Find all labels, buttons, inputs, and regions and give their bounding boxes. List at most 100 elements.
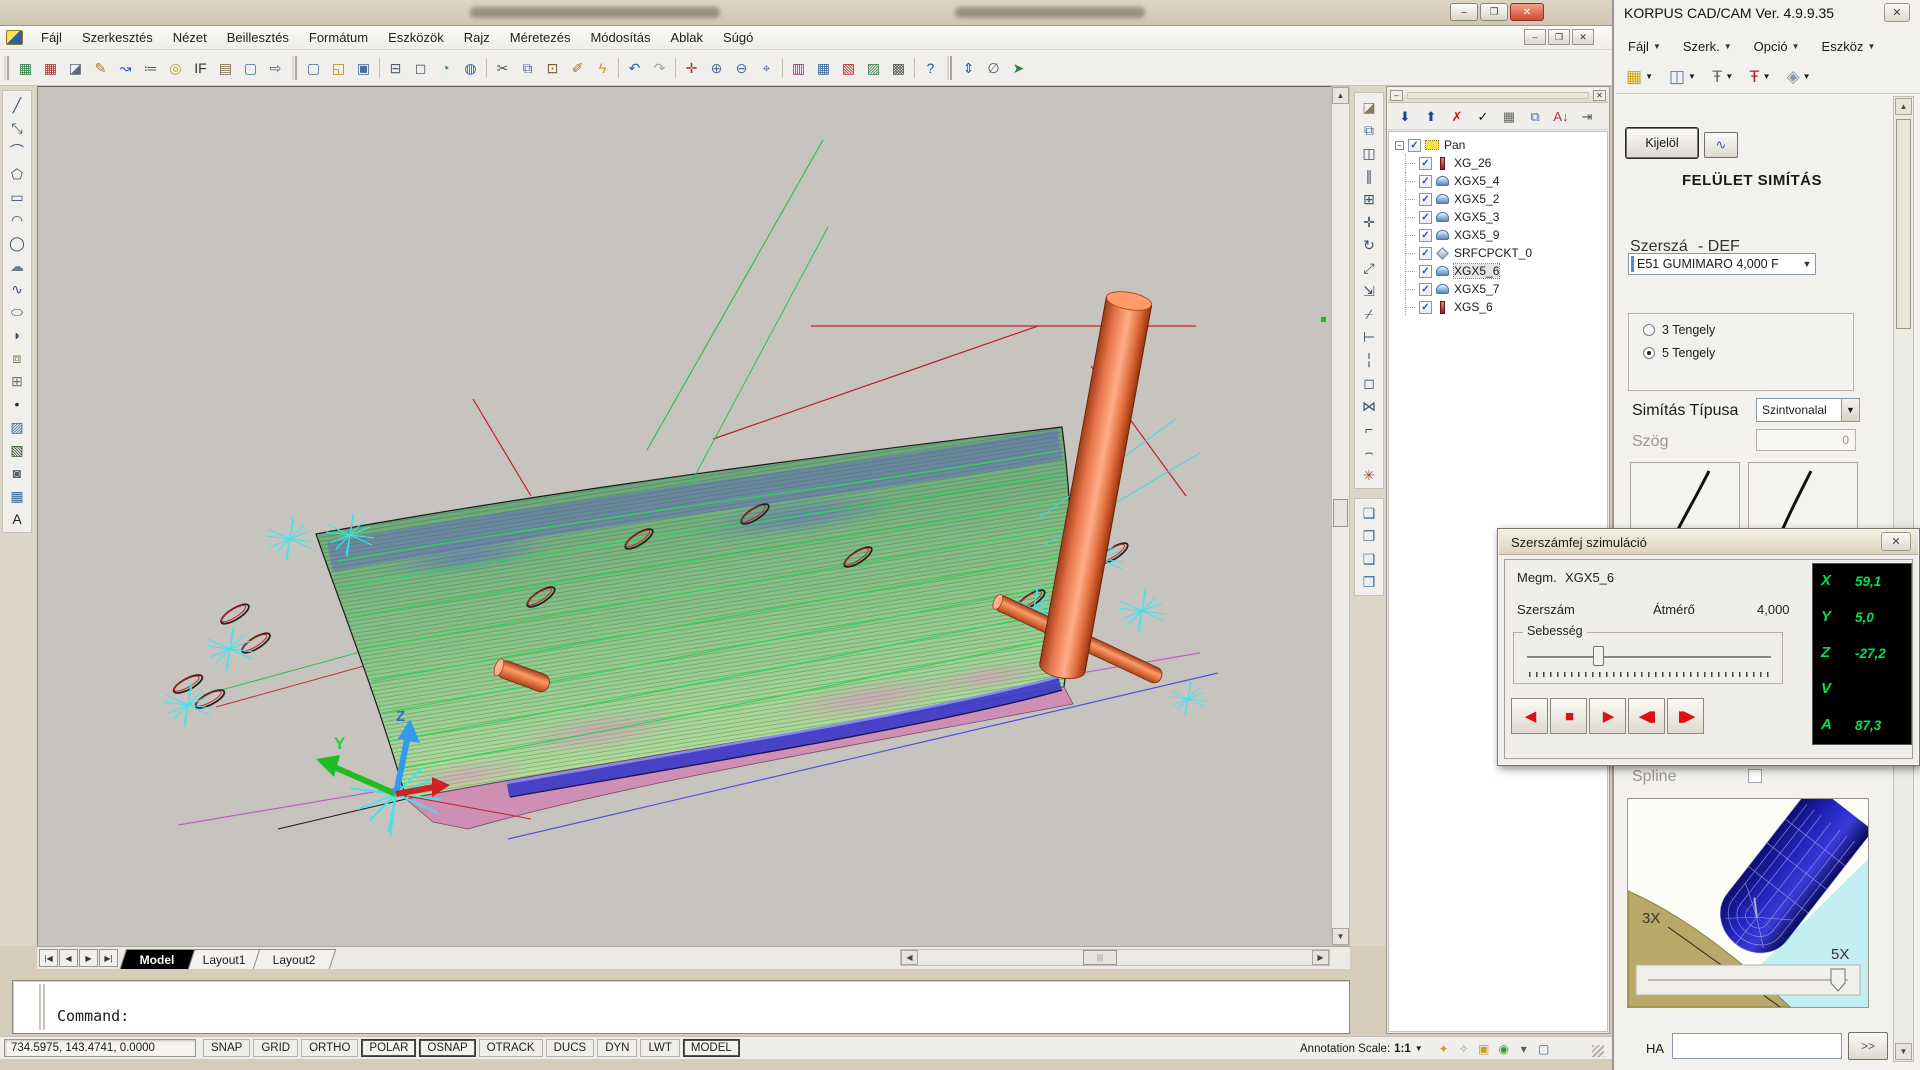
dropdown-arrow-icon[interactable]: ▼ [1688, 72, 1696, 81]
grid-view-icon[interactable]: ▦ [1498, 106, 1520, 128]
revcloud-icon[interactable]: ☁ [4, 254, 30, 277]
tree-item-xgx5-7[interactable]: ✓XGX5_7 [1395, 280, 1607, 298]
stop-button[interactable]: ■ [1550, 698, 1587, 734]
layer-states-icon[interactable]: ▦ [38, 56, 63, 80]
region-icon[interactable]: ◙ [4, 461, 30, 484]
markup-icon[interactable]: ▧ [836, 56, 861, 80]
tree-item-xgx5-6[interactable]: ✓XGX5_6 [1395, 262, 1607, 280]
korpus-menu-opci[interactable]: Opció▼ [1748, 37, 1806, 56]
circle-icon[interactable]: ◯ [4, 231, 30, 254]
checkbox-checked-icon[interactable]: ✓ [1419, 157, 1432, 170]
mdi-button-2[interactable]: ✕ [1572, 29, 1594, 45]
combo-dropdown-icon[interactable]: ▼ [1841, 399, 1859, 421]
point-icon[interactable]: • [4, 392, 30, 415]
annotation-scale-dropdown-icon[interactable]: ▼ [1415, 1044, 1423, 1053]
tool-select-combo[interactable]: E51 GUMIMARO 4,000 F ▼ [1628, 253, 1816, 275]
fillet-icon[interactable]: ⌢ [1356, 440, 1382, 463]
matchprop-icon[interactable]: ✐ [565, 56, 590, 80]
toggle-polar[interactable]: POLAR [361, 1039, 416, 1057]
toggle-model[interactable]: MODEL [683, 1039, 740, 1057]
layer-properties-icon[interactable]: ▦ [13, 56, 38, 80]
new-file-icon[interactable]: ▢ [301, 56, 326, 80]
scroll-right-icon[interactable]: ▶ [1312, 950, 1329, 965]
jump-end-button[interactable]: ▮▶ [1667, 698, 1704, 734]
checkbox-checked-icon[interactable]: ✓ [1419, 175, 1432, 188]
extend-icon[interactable]: ⊢ [1356, 325, 1382, 348]
web-icon[interactable]: ◍ [458, 56, 483, 80]
open-file-icon[interactable]: ◱ [326, 56, 351, 80]
blockeditor-icon[interactable]: ▨ [861, 56, 886, 80]
redo-icon[interactable]: ↷ [647, 56, 672, 80]
checkbox-checked-icon[interactable]: ✓ [1419, 193, 1432, 206]
toggle-ducs[interactable]: DUCS [546, 1039, 595, 1057]
checkbox-checked-icon[interactable]: ✓ [1419, 265, 1432, 278]
zoom-out-icon[interactable]: ⊖ [729, 56, 754, 80]
tree-item-xgx5-9[interactable]: ✓XGX5_9 [1395, 226, 1607, 244]
checkbox-checked-icon[interactable]: ✓ [1408, 139, 1421, 152]
explode-icon[interactable]: ✳ [1356, 463, 1382, 486]
annotation-autoscale-icon[interactable]: ✧ [1455, 1040, 1473, 1058]
menu-f-jl[interactable]: Fájl [31, 28, 72, 47]
tree-item-pan[interactable]: −✓Pan [1395, 136, 1607, 154]
tab-nav-3[interactable]: ▶| [99, 949, 118, 967]
menu-n-zet[interactable]: Nézet [163, 28, 217, 47]
annotation-visibility-icon[interactable]: ✦ [1435, 1040, 1453, 1058]
ellipse-icon[interactable]: ⬭ [4, 300, 30, 323]
help-icon[interactable]: ? [918, 56, 943, 80]
dropdown-arrow-icon[interactable]: ▼ [1803, 72, 1811, 81]
toggle-dyn[interactable]: DYN [597, 1039, 637, 1057]
drawing-viewport[interactable]: Y Z [37, 86, 1331, 946]
menu-beilleszt-s[interactable]: Beillesztés [217, 28, 299, 47]
resize-grip[interactable] [1592, 1045, 1604, 1057]
coordinate-readout[interactable]: 734.5975, 143.4741, 0.0000 [4, 1039, 196, 1057]
text-icon[interactable]: A [4, 507, 30, 530]
toolbar-drag-handle[interactable] [947, 56, 952, 80]
preview-icon[interactable]: ◻ [408, 56, 433, 80]
combo-dropdown-icon[interactable]: ▼ [1799, 254, 1815, 274]
checkbox-checked-icon[interactable]: ✓ [1419, 247, 1432, 260]
dropdown-arrow-icon[interactable]: ▼ [1725, 72, 1733, 81]
sim-dialog-titlebar[interactable]: Szerszámfej szimuláció [1499, 530, 1918, 555]
ucs-world-icon[interactable]: ∅ [981, 56, 1006, 80]
scroll-up-icon[interactable]: ▲ [1332, 87, 1349, 104]
annotation-scale-value[interactable]: 1:1 [1394, 1043, 1411, 1055]
toggle-lwt[interactable]: LWT [640, 1039, 679, 1057]
ucs-icon[interactable]: ⇕ [956, 56, 981, 80]
solid-cube-tool[interactable]: ◫▼ [1665, 65, 1700, 88]
forward-icon[interactable]: ⇨ [263, 56, 288, 80]
menu-szerkeszt-s[interactable]: Szerkesztés [72, 28, 163, 47]
layers-tool[interactable]: ▦▼ [1622, 65, 1657, 88]
korpus-menu-szerk[interactable]: Szerk.▼ [1677, 37, 1738, 56]
bring-above-icon[interactable]: ❑ [1356, 547, 1382, 570]
viewport-hscrollbar[interactable]: ◀ ||| ▶ [900, 949, 1330, 966]
menu-m-dos-t-s[interactable]: Módosítás [580, 28, 660, 47]
scale-icon[interactable]: ⤢ [1356, 256, 1382, 279]
korpus-close-icon[interactable]: ✕ [1884, 3, 1910, 22]
hscroll-thumb[interactable]: ||| [1083, 950, 1117, 965]
toggle-grid[interactable]: GRID [253, 1039, 298, 1057]
tab-nav-2[interactable]: ▶ [79, 949, 98, 967]
radio-icon[interactable] [1643, 324, 1655, 336]
insert-item-icon[interactable]: ⇥ [1576, 106, 1598, 128]
copy-item-icon[interactable]: ⧉ [1524, 106, 1546, 128]
layer-prev-icon[interactable]: ◪ [63, 56, 88, 80]
kijelol-select-button[interactable]: Kijelöl [1626, 128, 1698, 158]
play-button[interactable]: ▶ [1589, 698, 1626, 734]
close-button[interactable]: ✕ [1510, 3, 1544, 21]
tab-layout2[interactable]: Layout2 [253, 949, 336, 969]
bring-front-icon[interactable]: ❏ [1356, 501, 1382, 524]
main-titlebar[interactable]: ‒ ❐ ✕ [0, 0, 1612, 26]
offset-icon[interactable]: ∥ [1356, 164, 1382, 187]
break-icon[interactable]: ◻ [1356, 371, 1382, 394]
clean-screen-icon[interactable]: ◉ [1495, 1040, 1513, 1058]
sort-az-icon[interactable]: A↓ [1550, 106, 1572, 128]
checkbox-checked-icon[interactable]: ✓ [1419, 229, 1432, 242]
checkbox-checked-icon[interactable]: ✓ [1419, 211, 1432, 224]
menu-rajz[interactable]: Rajz [454, 28, 500, 47]
make-block-icon[interactable]: ⊞ [4, 369, 30, 392]
tab-nav-1[interactable]: ◀ [59, 949, 78, 967]
radio-3-tengely[interactable]: 3 Tengely [1643, 323, 1853, 337]
fullscreen-icon[interactable]: ▢ [1535, 1040, 1553, 1058]
delete-icon[interactable]: ✗ [1446, 106, 1468, 128]
lock-icon[interactable]: ▣ [1475, 1040, 1493, 1058]
